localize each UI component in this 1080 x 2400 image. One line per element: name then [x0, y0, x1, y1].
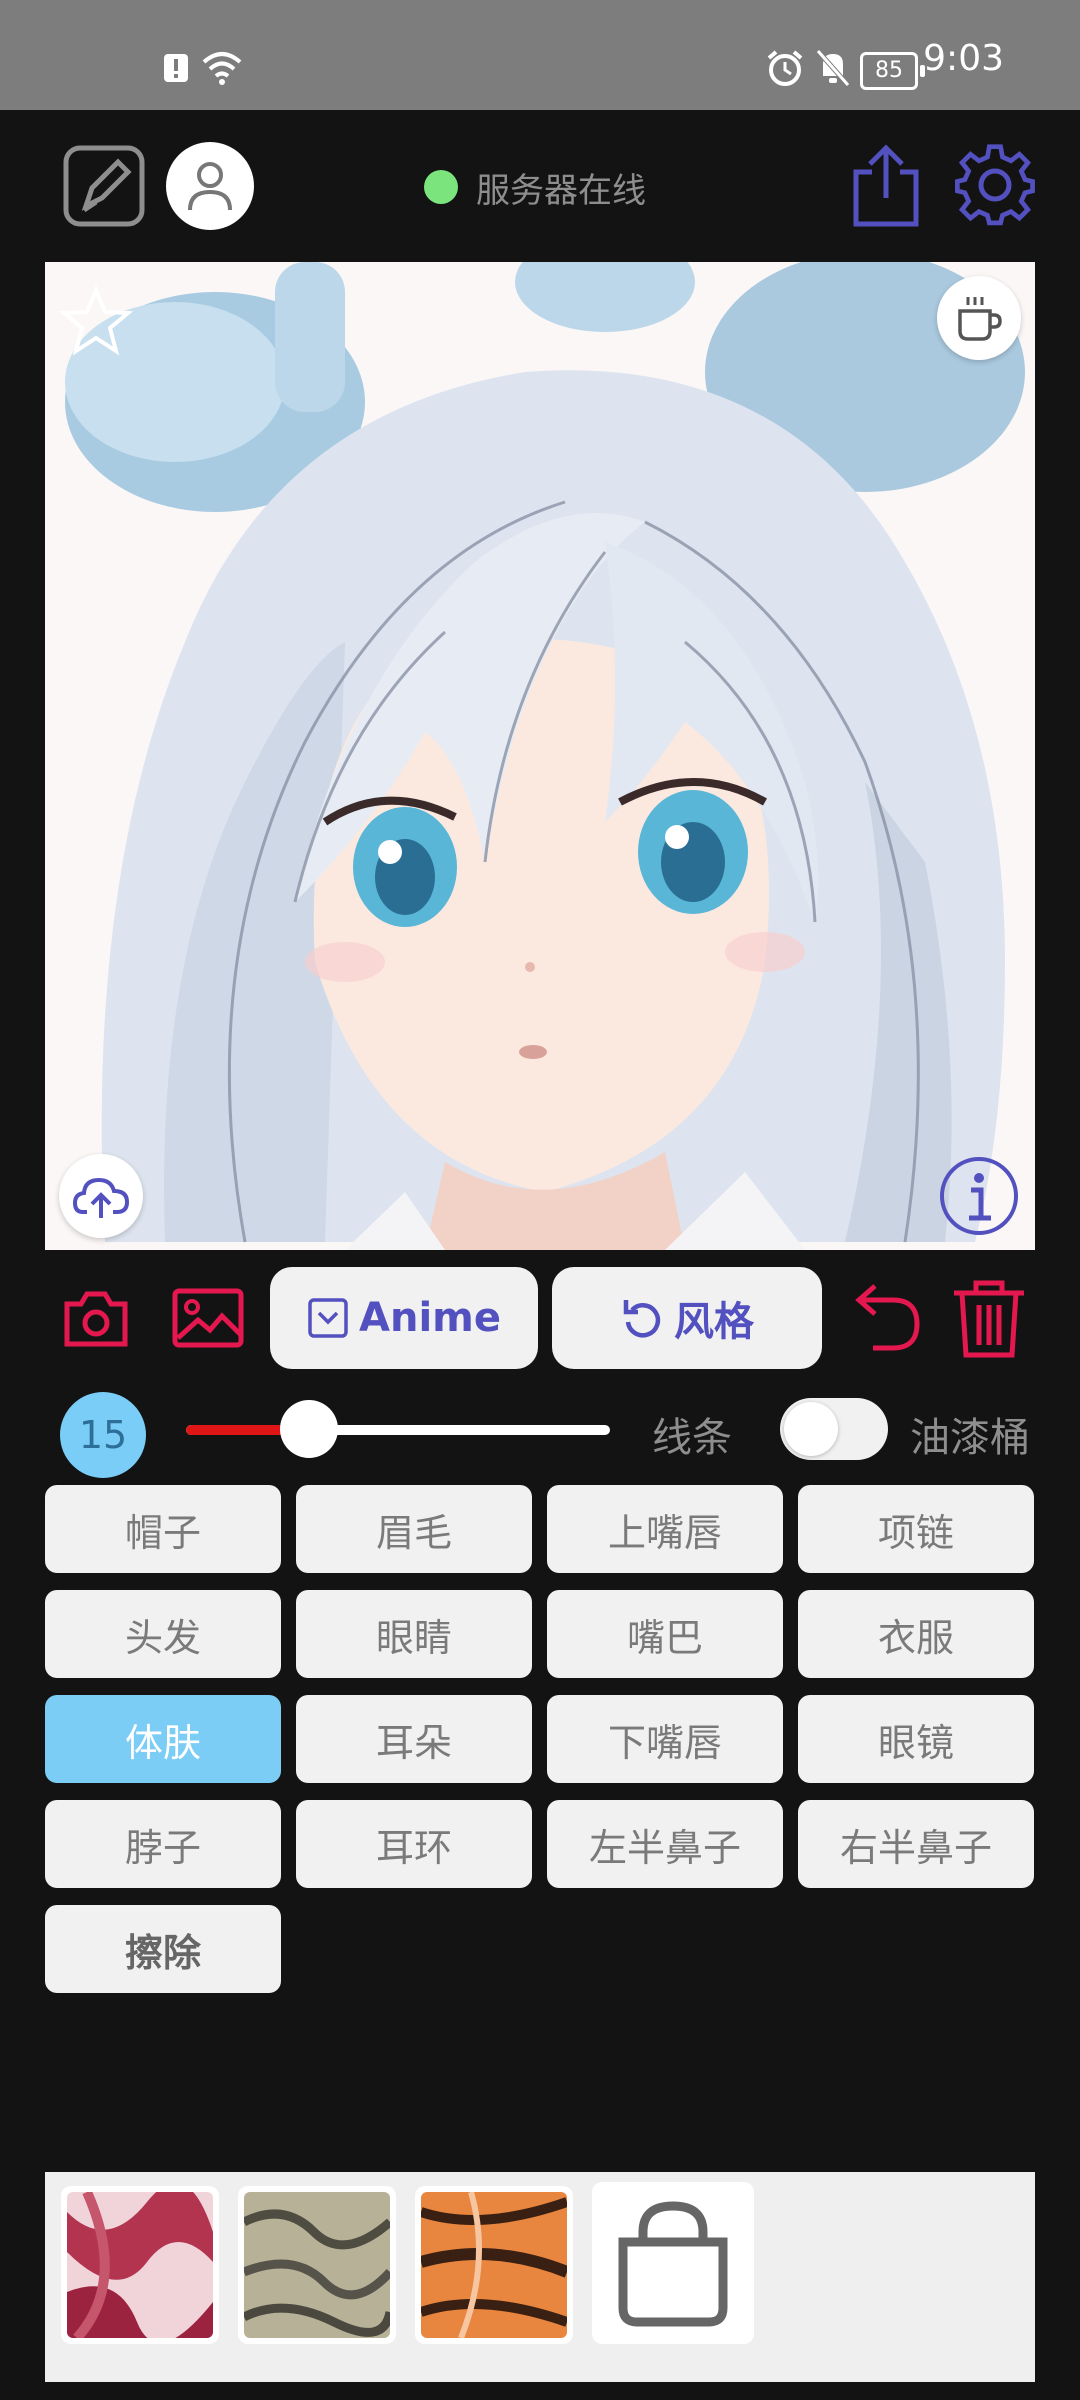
- notification-alert-icon: [164, 54, 188, 82]
- part-button[interactable]: 眉毛: [296, 1485, 532, 1573]
- part-button[interactable]: 眼睛: [296, 1590, 532, 1678]
- anime-model-label: Anime: [359, 1295, 501, 1341]
- anime-portrait-image: [45, 262, 1035, 1250]
- part-button[interactable]: 嘴巴: [547, 1590, 783, 1678]
- style-button[interactable]: 风格: [552, 1267, 822, 1369]
- status-bar: 85 9:03: [0, 0, 1080, 110]
- undo-button[interactable]: [842, 1280, 922, 1356]
- status-dot: [424, 170, 458, 204]
- part-button[interactable]: 眼镜: [798, 1695, 1034, 1783]
- part-button[interactable]: 衣服: [798, 1590, 1034, 1678]
- part-button[interactable]: 擦除: [45, 1905, 281, 1993]
- refresh-icon: [623, 1300, 661, 1338]
- part-button[interactable]: 右半鼻子: [798, 1800, 1034, 1888]
- drawing-canvas[interactable]: [45, 262, 1035, 1250]
- part-button[interactable]: 耳环: [296, 1800, 532, 1888]
- camera-button[interactable]: [60, 1284, 132, 1352]
- lines-label: 线条: [652, 1415, 732, 1461]
- delete-button[interactable]: [950, 1276, 1028, 1360]
- part-button[interactable]: 脖子: [45, 1800, 281, 1888]
- clock: 9:03: [923, 38, 1004, 79]
- part-button[interactable]: 头发: [45, 1590, 281, 1678]
- mute-icon: [816, 49, 850, 87]
- edit-note-icon: [63, 145, 145, 227]
- trash-icon: [954, 1280, 1024, 1358]
- server-status: 服务器在线: [424, 162, 646, 212]
- battery-indicator: 85: [860, 52, 925, 90]
- image-icon: [172, 1288, 244, 1348]
- gallery-button[interactable]: [170, 1284, 246, 1352]
- brush-size-indicator: 15: [60, 1392, 146, 1478]
- edit-note-button[interactable]: [62, 144, 146, 228]
- part-button[interactable]: 下嘴唇: [547, 1695, 783, 1783]
- alarm-icon: [767, 50, 803, 86]
- texture-shop-button[interactable]: [592, 2182, 754, 2344]
- orange-tiger-texture: [421, 2192, 567, 2338]
- coffee-cup-icon: [958, 297, 1002, 341]
- model-select-icon: [308, 1298, 348, 1338]
- paint-bucket-toggle[interactable]: [780, 1398, 888, 1460]
- server-status-label: 服务器在线: [476, 170, 646, 211]
- gray-stone-texture: [244, 2192, 390, 2338]
- share-button[interactable]: [848, 142, 924, 230]
- favorite-button[interactable]: [58, 284, 134, 358]
- texture-swatch-orange[interactable]: [415, 2186, 573, 2344]
- info-icon: [940, 1157, 1018, 1235]
- wifi-icon: [202, 52, 242, 85]
- part-button[interactable]: 项链: [798, 1485, 1034, 1573]
- texture-swatch-gray[interactable]: [238, 2186, 396, 2344]
- red-marble-texture: [67, 2192, 213, 2338]
- upload-button[interactable]: [59, 1154, 143, 1238]
- anime-model-button[interactable]: Anime: [270, 1267, 538, 1369]
- gear-icon: [955, 144, 1035, 226]
- shop-bag-icon: [618, 2201, 728, 2327]
- part-button[interactable]: 帽子: [45, 1485, 281, 1573]
- texture-swatch-red[interactable]: [61, 2186, 219, 2344]
- settings-button[interactable]: [952, 142, 1038, 228]
- style-label: 风格: [674, 1299, 754, 1345]
- info-button[interactable]: [937, 1154, 1021, 1238]
- toggle-knob: [784, 1402, 838, 1456]
- part-button[interactable]: 上嘴唇: [547, 1485, 783, 1573]
- paint-bucket-label: 油漆桶: [910, 1415, 1030, 1461]
- part-button[interactable]: 左半鼻子: [547, 1800, 783, 1888]
- part-button[interactable]: 耳朵: [296, 1695, 532, 1783]
- share-icon: [853, 144, 919, 227]
- account-button[interactable]: [166, 142, 254, 230]
- undo-icon: [855, 1284, 920, 1351]
- camera-icon: [64, 1291, 128, 1347]
- user-icon: [188, 162, 232, 211]
- star-icon: [58, 284, 134, 356]
- donate-button[interactable]: [937, 276, 1021, 360]
- slider-thumb[interactable]: [280, 1400, 338, 1458]
- part-button[interactable]: 体肤: [45, 1695, 281, 1783]
- cloud-upload-icon: [73, 1177, 129, 1218]
